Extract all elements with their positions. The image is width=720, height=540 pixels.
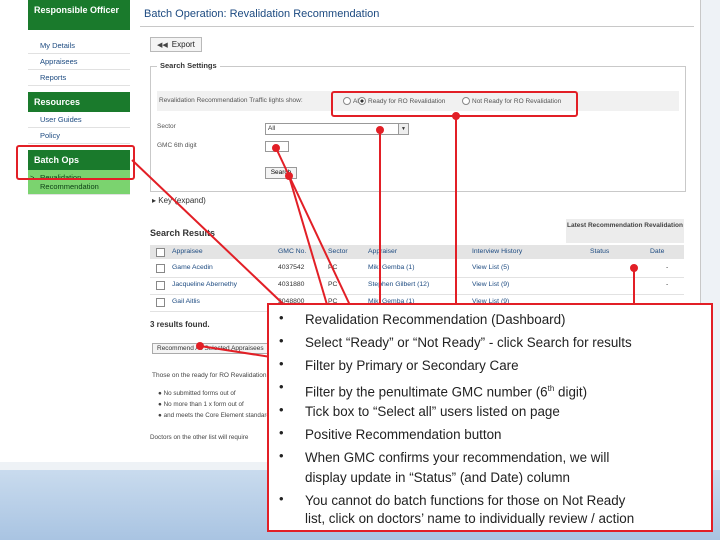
instruction-item: You cannot do batch functions for those …	[305, 493, 626, 508]
search-settings-legend: Search Settings	[157, 61, 220, 70]
bullet-icon: •	[279, 425, 284, 440]
page-title: Batch Operation: Revalidation Recommenda…	[144, 8, 380, 20]
positive-recommendation-button[interactable]: Recommend All Selected Appraisees	[152, 343, 269, 354]
table-row: Game Acedin 4037542 PC Miki Gemba (1) Vi…	[150, 260, 684, 278]
view-list-link[interactable]: View List (5)	[472, 264, 509, 271]
appraiser-link[interactable]: Stephen Gilbert (12)	[368, 281, 429, 288]
sidebar: Responsible Officer My Details Appraisee…	[28, 0, 130, 462]
column-header[interactable]: Status	[590, 248, 609, 255]
date-cell: -	[666, 281, 669, 288]
appraisee-name-link[interactable]: Game Acedin	[172, 264, 213, 271]
gmc-digit-label: GMC 6th digit	[157, 142, 197, 149]
column-header[interactable]: Appraisee	[172, 248, 203, 255]
highlight-radio-options	[331, 91, 578, 117]
column-header[interactable]: GMC No.	[278, 248, 306, 255]
search-results-title: Search Results	[150, 228, 216, 238]
column-header[interactable]: Sector	[328, 248, 348, 255]
appraisee-name-link[interactable]: Jacqueline Abernethy	[172, 281, 237, 288]
sidebar-section-responsible-officer: Responsible Officer	[28, 0, 130, 30]
sector-select[interactable]: All ▼	[265, 123, 409, 135]
results-table-header: Appraisee GMC No. Sector Appraiser Inter…	[150, 245, 684, 259]
instruction-item: Filter by Primary or Secondary Care	[305, 358, 519, 373]
row-checkbox[interactable]	[156, 298, 165, 307]
gmc-digit-input[interactable]	[265, 141, 289, 152]
sidebar-item-my-details[interactable]: My Details	[28, 38, 130, 54]
sidebar-item-reports[interactable]: Reports	[28, 70, 130, 86]
instruction-item: Filter by the penultimate GMC number (6t…	[305, 384, 588, 400]
sidebar-item-policy[interactable]: Policy	[28, 128, 130, 144]
instruction-item: Revalidation Recommendation (Dashboard)	[305, 312, 566, 327]
instruction-item: Positive Recommendation button	[305, 427, 502, 442]
results-count: 3 results found.	[150, 320, 210, 329]
instructions-callout: • Revalidation Recommendation (Dashboard…	[267, 303, 713, 532]
criteria-item: ● No more than 1 x form out of	[158, 401, 244, 408]
bullet-icon: •	[279, 448, 284, 463]
title-divider	[140, 26, 694, 27]
bullet-icon: •	[279, 356, 284, 371]
instruction-item-continuation: list, click on doctors’ name to individu…	[305, 511, 635, 526]
select-all-checkbox[interactable]	[156, 248, 165, 257]
criteria-item: ● No submitted forms out of	[158, 390, 236, 397]
column-header[interactable]: Date	[650, 248, 664, 255]
bullet-icon: •	[279, 310, 284, 325]
instruction-item: Tick box to “Select all” users listed on…	[305, 404, 560, 419]
appraisee-name-link[interactable]: Gail Aitlis	[172, 298, 200, 305]
bullet-icon: •	[279, 333, 284, 348]
key-expand-toggle[interactable]: ▸ Key (expand)	[152, 196, 206, 205]
date-cell: -	[666, 264, 669, 271]
instruction-item: When GMC confirms your recommendation, w…	[305, 450, 610, 465]
column-header[interactable]: Appraiser	[368, 248, 397, 255]
other-list-note: Doctors on the other list will require	[150, 434, 249, 441]
bullet-icon: •	[279, 491, 284, 506]
export-button[interactable]: ◀◀ Export	[150, 37, 202, 52]
double-chevron-left-icon: ◀◀	[157, 42, 168, 49]
bullet-icon: •	[279, 402, 284, 417]
bullet-icon: •	[279, 379, 284, 394]
table-row: Jacqueline Abernethy 4031880 PC Stephen …	[150, 277, 684, 295]
sector-cell: PC	[328, 281, 338, 288]
instruction-item-continuation: display update in “Status” (and Date) co…	[305, 470, 570, 485]
traffic-light-label: Revalidation Recommendation Traffic ligh…	[159, 97, 303, 104]
gmc-number: 4031880	[278, 281, 305, 288]
highlight-sidebar-item	[16, 145, 135, 180]
row-checkbox[interactable]	[156, 281, 165, 290]
sidebar-item-user-guides[interactable]: User Guides	[28, 112, 130, 128]
search-settings-panel: Search Settings Revalidation Recommendat…	[150, 61, 686, 192]
sector-cell: PC	[328, 264, 338, 271]
criteria-item: ● and meets the Core Element standard	[158, 412, 270, 419]
row-checkbox[interactable]	[156, 264, 165, 273]
sidebar-item-label: Recommendation	[40, 182, 99, 191]
sidebar-section-resources: Resources	[28, 92, 130, 112]
sidebar-item-appraisees[interactable]: Appraisees	[28, 54, 130, 70]
appraiser-link[interactable]: Miki Gemba (1)	[368, 264, 414, 271]
chevron-down-icon[interactable]: ▼	[398, 124, 408, 134]
column-header[interactable]: Interview History	[472, 248, 522, 255]
slide-background: Responsible Officer My Details Appraisee…	[0, 0, 720, 540]
view-list-link[interactable]: View List (9)	[472, 281, 509, 288]
search-button[interactable]: Search	[265, 167, 297, 179]
instruction-item: Select “Ready” or “Not Ready” - click Se…	[305, 335, 632, 350]
sector-label: Sector	[157, 123, 176, 130]
gmc-number: 4037542	[278, 264, 305, 271]
ready-list-note: Those on the ready for RO Revalidation l…	[152, 372, 279, 379]
latest-recommendation-header: Latest Recommendation Revalidation	[566, 219, 684, 243]
